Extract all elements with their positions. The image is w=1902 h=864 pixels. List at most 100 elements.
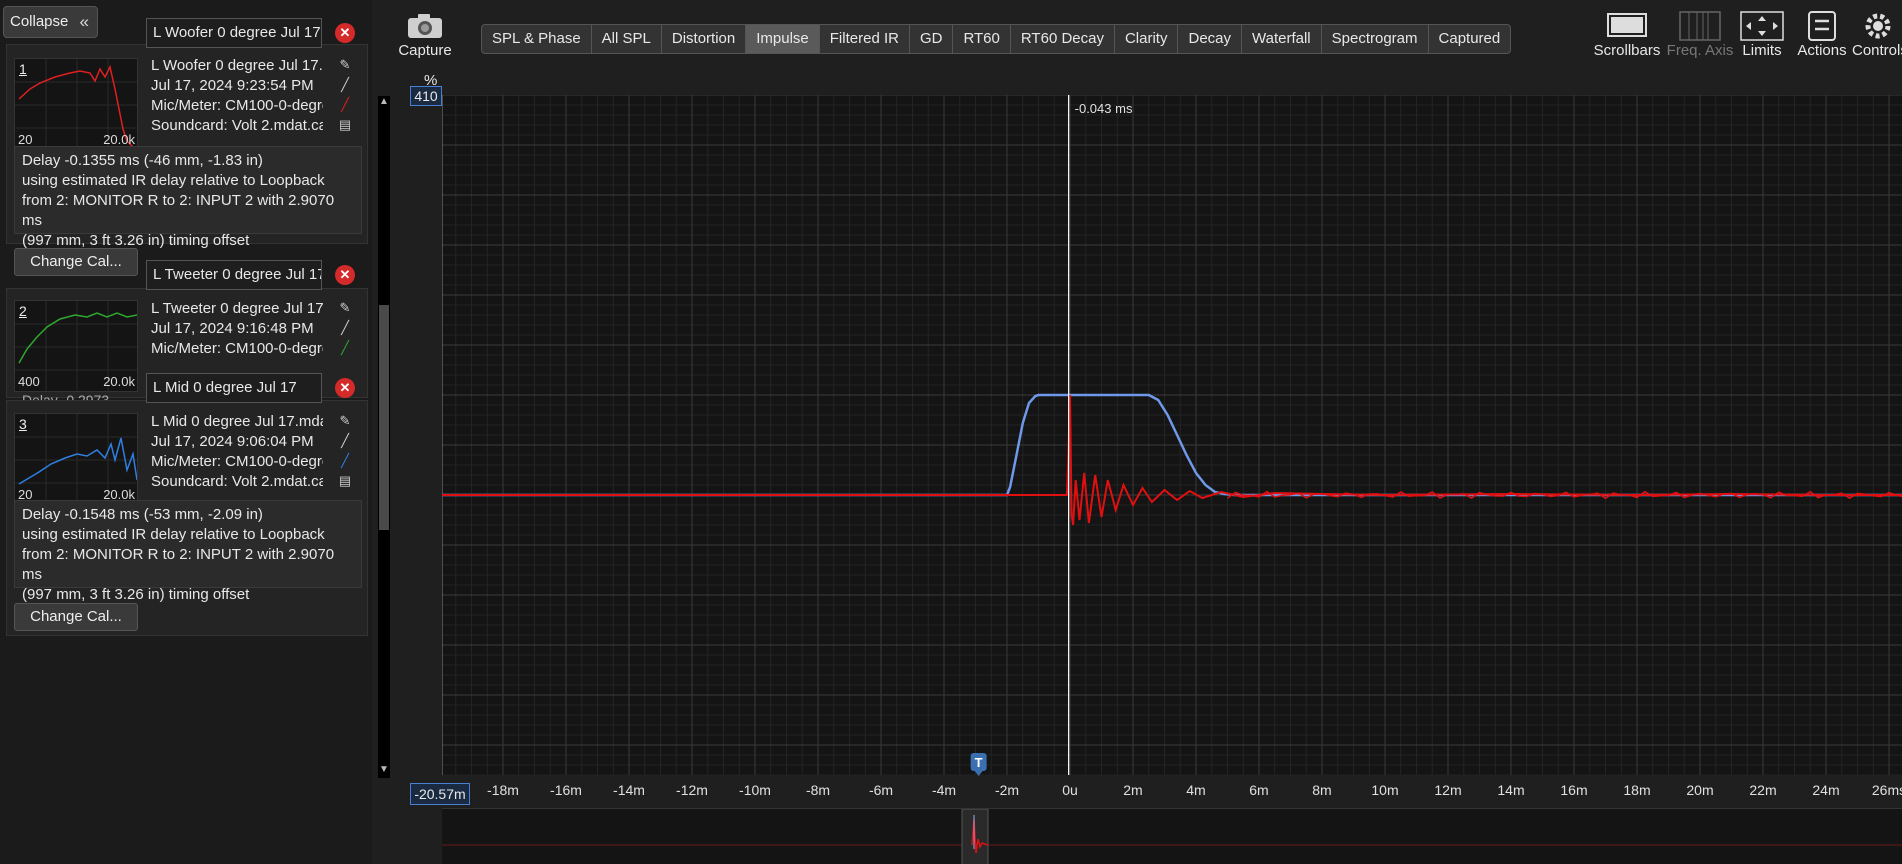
- measurement-date: Jul 17, 2024 9:06:04 PM: [151, 433, 314, 450]
- edit-notes-icon[interactable]: ✎: [336, 56, 354, 74]
- measurement-date: Jul 17, 2024 9:23:54 PM: [151, 77, 314, 94]
- measurement-name-input[interactable]: L Tweeter 0 degree Jul 17: [146, 260, 322, 290]
- x-tick-label: -14m: [613, 782, 645, 798]
- tab-rt60-decay[interactable]: RT60 Decay: [1011, 25, 1115, 53]
- x-tick-label: 8m: [1312, 782, 1331, 798]
- document-icon[interactable]: ▤: [336, 472, 354, 490]
- close-measurement-icon[interactable]: ✕: [335, 265, 355, 285]
- x-min-input[interactable]: -20.57m: [410, 783, 470, 805]
- color-swatch-icon[interactable]: ╱: [336, 96, 354, 114]
- measurement-file: L Woofer 0 degree Jul 17.mdat: [151, 57, 323, 74]
- tab-impulse[interactable]: Impulse: [746, 25, 820, 53]
- measurement-date: Jul 17, 2024 9:16:48 PM: [151, 320, 314, 337]
- x-tick-label: 22m: [1749, 782, 1776, 798]
- edit-notes-icon[interactable]: ✎: [336, 299, 354, 317]
- time-marker-label: T: [975, 755, 983, 770]
- y-max-input[interactable]: 410: [410, 86, 442, 106]
- x-tick-label: -12m: [676, 782, 708, 798]
- measurement-soundcard: Soundcard: Volt 2.mdat.cal: [151, 473, 323, 490]
- x-tick-label: 0u: [1062, 782, 1078, 798]
- line-style-icon[interactable]: ╱: [336, 319, 354, 337]
- scrollbar-thumb[interactable]: [379, 305, 389, 530]
- measurement-side-icons: ✎ ╱ ╱ ▤: [336, 412, 356, 492]
- actions-button[interactable]: Actions: [1794, 10, 1850, 59]
- measurements-panel: Collapse « L Woofer 0 degree Jul 17 ✕ 1 …: [0, 0, 372, 864]
- tab-spl-phase[interactable]: SPL & Phase: [482, 25, 592, 53]
- capture-label: Capture: [398, 42, 452, 59]
- delay-line: using estimated IR delay relative to Loo…: [22, 172, 325, 189]
- limits-button[interactable]: Limits: [1736, 10, 1788, 59]
- scroll-up-arrow-icon[interactable]: ▲: [378, 96, 390, 110]
- tab-all-spl[interactable]: All SPL: [592, 25, 662, 53]
- x-tick-label: 10m: [1371, 782, 1398, 798]
- x-tick-label: 18m: [1623, 782, 1650, 798]
- x-tick-label: 26ms: [1872, 782, 1902, 798]
- app-window: Collapse « L Woofer 0 degree Jul 17 ✕ 1 …: [0, 0, 1902, 864]
- tab-filtered-ir[interactable]: Filtered IR: [820, 25, 910, 53]
- limits-label: Limits: [1742, 42, 1782, 59]
- measurement-mic: Mic/Meter: CM100-0-degree: [151, 97, 323, 114]
- tab-clarity[interactable]: Clarity: [1115, 25, 1179, 53]
- measurement-name-input[interactable]: L Mid 0 degree Jul 17: [146, 373, 322, 403]
- collapse-button[interactable]: Collapse «: [3, 6, 98, 38]
- scroll-down-arrow-icon[interactable]: ▼: [378, 764, 390, 778]
- limits-arrows-icon: [1736, 10, 1788, 42]
- close-measurement-icon[interactable]: ✕: [335, 378, 355, 398]
- delay-info-box: Delay -0.1355 ms (-46 mm, -1.83 in) usin…: [14, 146, 362, 249]
- delay-line: Delay -0.1355 ms (-46 mm, -1.83 in): [22, 152, 263, 169]
- x-tick-label: 24m: [1812, 782, 1839, 798]
- edit-notes-icon[interactable]: ✎: [336, 412, 354, 430]
- freq-axis-button[interactable]: Freq. Axis: [1666, 10, 1734, 59]
- close-measurement-icon[interactable]: ✕: [335, 23, 355, 43]
- measurement-mic: Mic/Meter: CM100-0-degree: [151, 340, 323, 357]
- capture-button[interactable]: Capture: [395, 12, 455, 59]
- delay-line: from 2: MONITOR R to 2: INPUT 2 with 2.9…: [22, 192, 335, 229]
- controls-button[interactable]: Controls: [1852, 10, 1902, 59]
- actions-icon: [1794, 10, 1850, 42]
- scrollbars-label: Scrollbars: [1593, 42, 1661, 59]
- line-style-icon[interactable]: ╱: [336, 76, 354, 94]
- x-tick-label: 12m: [1434, 782, 1461, 798]
- change-cal-button[interactable]: Change Cal...: [14, 248, 138, 276]
- tab-rt60[interactable]: RT60: [953, 25, 1011, 53]
- tab-waterfall[interactable]: Waterfall: [1242, 25, 1322, 53]
- tab-captured[interactable]: Captured: [1429, 25, 1511, 53]
- overview-strip[interactable]: [442, 808, 1902, 864]
- x-tick-label: -8m: [806, 782, 830, 798]
- delay-line: Delay -0.1548 ms (-53 mm, -2.09 in): [22, 506, 263, 523]
- delay-line: from 2: MONITOR R to 2: INPUT 2 with 2.9…: [22, 546, 335, 583]
- color-swatch-icon[interactable]: ╱: [336, 452, 354, 470]
- x-tick-label: 4m: [1186, 782, 1205, 798]
- measurement-name-input[interactable]: L Woofer 0 degree Jul 17: [146, 18, 322, 48]
- x-tick-label: -10m: [739, 782, 771, 798]
- measurement-soundcard: Soundcard: Volt 2.mdat.cal: [151, 117, 323, 134]
- tab-spectrogram[interactable]: Spectrogram: [1322, 25, 1429, 53]
- impulse-chart[interactable]: -18m -16m -14m -12m -10m -8m -6m -4m -2m 0u 2m 4m 6m…: [442, 95, 1902, 807]
- line-style-icon[interactable]: ╱: [336, 432, 354, 450]
- freq-high-label: 20.0k: [103, 132, 135, 147]
- x-tick-label: 6m: [1249, 782, 1268, 798]
- camera-icon: [406, 12, 444, 40]
- controls-label: Controls: [1852, 42, 1902, 59]
- tab-decay[interactable]: Decay: [1178, 25, 1243, 53]
- x-tick-label: -18m: [487, 782, 519, 798]
- tab-gd[interactable]: GD: [910, 25, 954, 53]
- delay-line: (997 mm, 3 ft 3.26 in) timing offset: [22, 586, 250, 603]
- x-tick-label: -2m: [995, 782, 1019, 798]
- measurement-thumbnail[interactable]: 1 20 20.0k: [14, 58, 138, 150]
- x-tick-label: -16m: [550, 782, 582, 798]
- delay-partial: Delay -0.2973: [22, 392, 110, 400]
- x-tick-label: -4m: [932, 782, 956, 798]
- document-icon[interactable]: ▤: [336, 116, 354, 134]
- x-tick-label: 16m: [1560, 782, 1587, 798]
- monitor-icon: [1592, 10, 1662, 42]
- measurement-thumbnail[interactable]: 2 400 20.0k: [14, 300, 138, 392]
- change-cal-button[interactable]: Change Cal...: [14, 603, 138, 631]
- delay-info-box: Delay -0.1548 ms (-53 mm, -2.09 in) usin…: [14, 500, 362, 603]
- tab-distortion[interactable]: Distortion: [662, 25, 747, 53]
- x-tick-label: 2m: [1123, 782, 1142, 798]
- measurement-thumbnail[interactable]: 3 20 20.0k: [14, 413, 138, 505]
- scrollbars-button[interactable]: Scrollbars: [1592, 10, 1662, 59]
- measurement-side-icons: ✎ ╱ ╱: [336, 299, 356, 359]
- color-swatch-icon[interactable]: ╱: [336, 339, 354, 357]
